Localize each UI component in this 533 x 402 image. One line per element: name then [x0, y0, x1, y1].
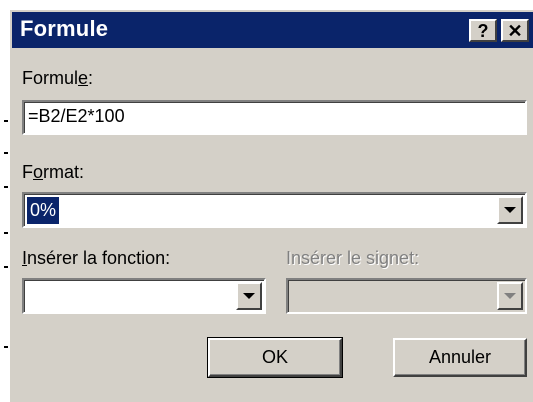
- insert-bookmark-value: [291, 283, 297, 310]
- formula-input[interactable]: =B2/E2*100: [22, 100, 527, 135]
- insert-function-label: Insérer la fonction:: [22, 248, 171, 268]
- insert-bookmark-label: Insérer le signet:: [286, 248, 420, 268]
- ok-button[interactable]: OK: [207, 337, 343, 378]
- insert-bookmark-combo: [286, 278, 527, 314]
- cancel-button[interactable]: Annuler: [393, 338, 527, 377]
- insert-function-dropdown-button[interactable]: [236, 282, 262, 310]
- formula-input-value: =B2/E2*100: [28, 106, 125, 126]
- help-button[interactable]: ?: [469, 19, 497, 42]
- close-icon: ✕: [507, 20, 523, 41]
- close-button[interactable]: ✕: [501, 19, 529, 42]
- ok-button-label: OK: [261, 347, 288, 367]
- format-dropdown-button[interactable]: [497, 196, 523, 224]
- chevron-down-icon: [504, 293, 516, 299]
- dialog-title: Formule: [20, 16, 109, 41]
- help-icon: ?: [477, 20, 489, 41]
- format-combo-value[interactable]: 0%: [27, 197, 60, 224]
- insert-function-combo[interactable]: [22, 278, 266, 314]
- cancel-button-label: Annuler: [428, 347, 492, 367]
- format-combo[interactable]: 0%: [22, 192, 527, 228]
- chevron-down-icon: [243, 293, 255, 299]
- format-label: Format:: [22, 162, 85, 182]
- formula-dialog: Formule ? ✕ Formule: =B2/E2*100 Format: …: [8, 8, 533, 402]
- insert-function-value: [27, 283, 33, 310]
- chevron-down-icon: [504, 207, 516, 213]
- title-bar[interactable]: Formule ? ✕: [12, 12, 533, 48]
- insert-bookmark-dropdown-button: [497, 282, 523, 310]
- formula-label: Formule:: [22, 68, 94, 88]
